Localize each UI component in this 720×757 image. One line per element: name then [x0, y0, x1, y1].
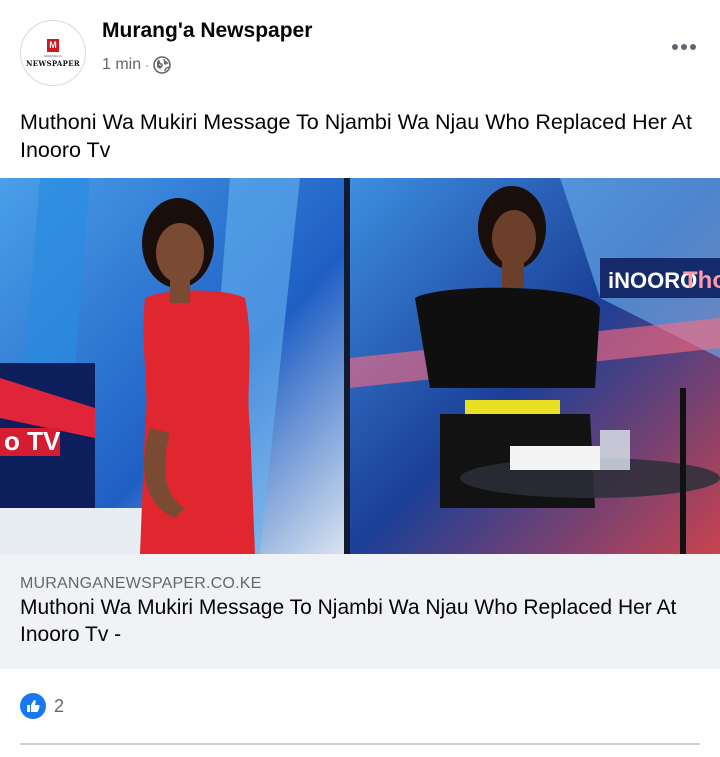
post-text: Muthoni Wa Mukiri Message To Njambi Wa N…	[20, 110, 692, 162]
globe-icon[interactable]	[153, 56, 171, 74]
more-options-icon[interactable]	[672, 44, 696, 50]
link-title: Muthoni Wa Mukiri Message To Njambi Wa N…	[20, 596, 677, 646]
post-timestamp[interactable]: 1 min	[102, 56, 141, 74]
reactions-summary[interactable]: 2	[20, 693, 64, 719]
post-header: M MURANG'A NEWSPAPER Murang'a Newspaper …	[0, 0, 720, 100]
avatar-logo-text: NEWSPAPER	[26, 58, 80, 68]
left-screen-text: o TV	[4, 426, 61, 456]
post-image[interactable]: o TV iNOORO Tho	[0, 178, 720, 554]
avatar-logo-mark: M	[47, 38, 59, 52]
page-avatar[interactable]: M MURANG'A NEWSPAPER	[20, 20, 86, 86]
right-banner-text-2: Tho	[683, 267, 720, 294]
page-name-link[interactable]: Murang'a Newspaper	[102, 19, 312, 43]
post-meta: 1 min ·	[102, 56, 171, 74]
reaction-count: 2	[54, 695, 65, 716]
link-domain: MURANGANEWSPAPER.CO.KE	[20, 575, 262, 592]
avatar-logo-small-text: MURANG'A	[44, 53, 62, 58]
action-bar-divider	[20, 743, 700, 745]
meta-separator: ·	[145, 58, 150, 72]
link-preview-card[interactable]: MURANGANEWSPAPER.CO.KE Muthoni Wa Mukiri…	[0, 554, 720, 669]
thumbs-up-icon	[20, 693, 46, 719]
